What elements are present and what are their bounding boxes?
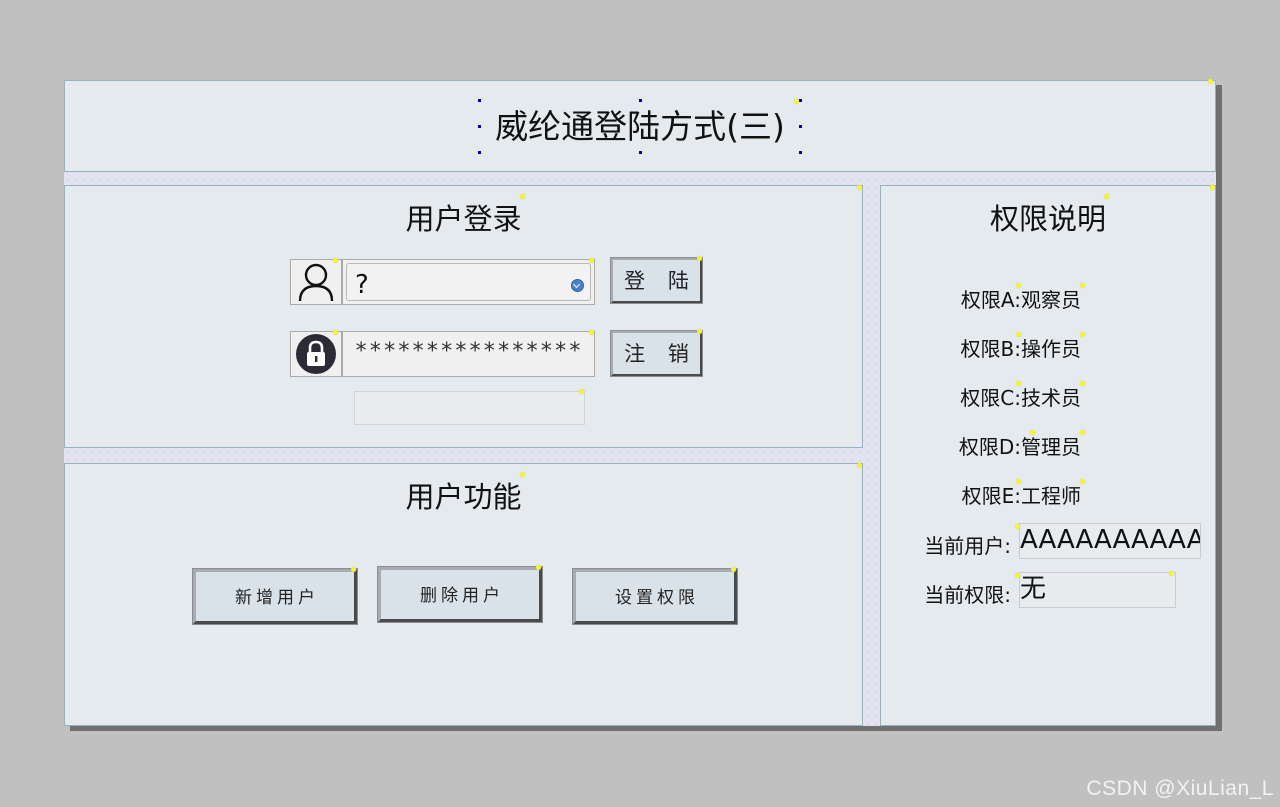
hmi-screen: 威纶通登陆方式(三) 用户登录 ? 登 陆 **************** 注… [0, 0, 1280, 807]
object-marker [589, 258, 594, 263]
object-marker [1210, 185, 1215, 190]
object-marker [1016, 332, 1021, 337]
permission-label: 权限C: [960, 386, 1021, 410]
selection-handle [799, 151, 802, 154]
current-permission-label: 当前权限: [924, 583, 1011, 607]
watermark: CSDN @XiuLian_L [1086, 777, 1274, 800]
object-marker [520, 472, 525, 477]
object-marker [1016, 479, 1021, 484]
object-marker [1015, 524, 1020, 529]
object-marker [520, 194, 525, 199]
object-marker [1030, 430, 1035, 435]
permission-heading: 权限说明 [989, 202, 1106, 236]
username-select-inner: ? [346, 263, 591, 301]
add-user-button[interactable]: 新增用户 [192, 568, 358, 625]
dropdown-arrow-icon[interactable] [571, 279, 584, 292]
object-marker [1208, 79, 1213, 84]
login-heading: 用户登录 [405, 202, 522, 236]
object-marker [1169, 571, 1174, 576]
title-panel: 威纶通登陆方式(三) [64, 79, 1216, 172]
lock-icon [296, 334, 336, 374]
password-value: **************** [354, 339, 583, 364]
selection-handle [639, 99, 642, 102]
permission-label: 权限E: [961, 484, 1021, 508]
selection-handle [478, 151, 481, 154]
permission-label: 权限A: [960, 288, 1021, 312]
object-marker [1080, 283, 1085, 288]
object-marker [731, 567, 736, 572]
selection-handle [478, 99, 481, 102]
selection-handle [799, 99, 802, 102]
password-field[interactable]: **************** [342, 331, 595, 377]
user-icon-box [290, 259, 342, 305]
permission-label: 权限B: [960, 337, 1021, 361]
object-marker [1016, 381, 1021, 386]
function-panel: 用户功能 新增用户 删除用户 设置权限 [64, 463, 863, 726]
function-heading: 用户功能 [405, 480, 522, 514]
set-permission-button[interactable]: 设置权限 [572, 568, 738, 625]
object-marker [1080, 479, 1085, 484]
logout-button[interactable]: 注 销 [610, 330, 703, 377]
permission-role: 操作员 [1021, 337, 1081, 361]
current-permission-value: 无 [1019, 572, 1176, 608]
user-icon [298, 263, 334, 302]
permission-panel: 权限说明 权限A: 观察员 权限B: 操作员 权限C: 技术员 权限D: 管理员… [880, 185, 1216, 726]
object-marker [794, 99, 799, 104]
object-marker [333, 330, 338, 335]
object-marker [351, 567, 356, 572]
selection-handle [639, 151, 642, 154]
object-marker [1080, 332, 1085, 337]
login-button[interactable]: 登 陆 [610, 257, 703, 304]
object-marker [857, 463, 862, 468]
username-value: ? [355, 270, 369, 300]
login-message-box [354, 391, 585, 425]
object-marker [579, 389, 584, 394]
object-marker [1016, 283, 1021, 288]
object-marker [857, 185, 862, 190]
object-marker [1104, 194, 1109, 199]
object-marker [697, 329, 702, 334]
object-marker [1015, 573, 1020, 578]
permission-role: 工程师 [1021, 484, 1081, 508]
object-marker [536, 565, 541, 570]
current-user-value: AAAAAAAAAA [1019, 523, 1201, 559]
page-title: 威纶通登陆方式(三) [495, 107, 785, 146]
object-marker [1080, 430, 1085, 435]
login-panel: 用户登录 ? 登 陆 **************** 注 销 [64, 185, 863, 448]
current-user-label: 当前用户: [924, 534, 1011, 558]
delete-user-button[interactable]: 删除用户 [377, 566, 543, 623]
permission-role: 技术员 [1021, 386, 1081, 410]
object-marker [333, 258, 338, 263]
selection-handle [799, 125, 802, 128]
object-marker [589, 330, 594, 335]
username-select[interactable]: ? [342, 259, 595, 305]
object-marker [1080, 381, 1085, 386]
permission-role: 观察员 [1021, 288, 1081, 312]
selection-handle [478, 125, 481, 128]
object-marker [697, 256, 702, 261]
permission-role: 管理员 [1021, 435, 1081, 459]
lock-icon-box [290, 331, 342, 377]
permission-label: 权限D: [958, 435, 1021, 459]
